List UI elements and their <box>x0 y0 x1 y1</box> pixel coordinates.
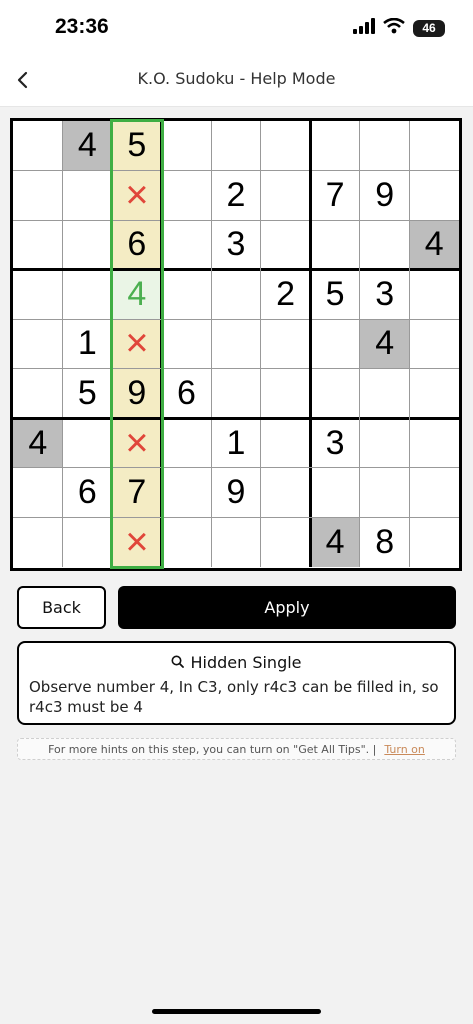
grid-line-vertical <box>111 121 113 567</box>
sudoku-cell[interactable]: 2 <box>261 270 311 320</box>
battery-icon: 46 <box>413 19 445 37</box>
sudoku-cell[interactable]: 1 <box>211 418 261 468</box>
sudoku-cell[interactable]: 4 <box>62 121 113 171</box>
sudoku-cell[interactable]: 4 <box>409 220 459 270</box>
signal-icon <box>353 18 375 38</box>
grid-line-horizontal <box>13 170 459 172</box>
sudoku-cell[interactable]: 5 <box>310 270 360 320</box>
box-divider-vertical <box>160 121 164 567</box>
sudoku-cell[interactable]: 3 <box>360 270 410 320</box>
sudoku-cell[interactable]: × <box>112 418 162 468</box>
sudoku-cell[interactable]: 6 <box>112 220 162 270</box>
sudoku-cell[interactable]: 4 <box>359 319 410 369</box>
grid-line-horizontal <box>13 368 459 370</box>
page-title: K.O. Sudoku - Help Mode <box>137 69 336 88</box>
grid-line-vertical <box>408 121 410 567</box>
grid-line-vertical <box>260 121 262 567</box>
sudoku-cell[interactable]: 9 <box>112 368 162 419</box>
grid-line-vertical <box>62 121 64 567</box>
box-divider-vertical <box>308 121 312 567</box>
grid-line-vertical <box>210 121 212 567</box>
sudoku-cell[interactable]: 5 <box>63 369 113 419</box>
grid-line-vertical <box>359 121 361 567</box>
sudoku-cell[interactable]: 9 <box>211 468 261 518</box>
hint-panel: Hidden Single Observe number 4, In C3, o… <box>17 641 456 725</box>
sudoku-board[interactable]: 4 5 × 2 7 9 6 3 4 4 2 5 3 1 × 4 5 9 6 4 × 1 3 6 7 9 × 4 8 <box>10 118 462 571</box>
box-divider-horizontal <box>13 268 459 272</box>
sudoku-cell[interactable]: 3 <box>310 418 360 468</box>
sudoku-cell[interactable]: 2 <box>211 171 261 221</box>
hint-title: Hidden Single <box>190 653 302 672</box>
search-icon <box>171 653 185 672</box>
sudoku-cell[interactable]: 4 <box>310 517 360 567</box>
sudoku-cell[interactable]: × <box>112 517 162 567</box>
status-time: 23:36 <box>55 15 109 38</box>
grid-line-horizontal <box>13 467 459 469</box>
status-icons: 46 <box>353 17 445 38</box>
sudoku-cell[interactable]: 6 <box>162 369 212 419</box>
grid-line-horizontal <box>13 318 459 320</box>
home-indicator <box>152 1009 321 1014</box>
sudoku-cell[interactable]: 1 <box>63 319 113 369</box>
sudoku-cell[interactable]: 7 <box>112 467 162 518</box>
box-divider-horizontal <box>13 416 459 420</box>
sudoku-cell[interactable]: 5 <box>112 121 162 171</box>
tips-text: For more hints on this step, you can tur… <box>48 742 377 756</box>
turn-on-link[interactable]: Turn on <box>384 743 425 756</box>
tips-bar: For more hints on this step, you can tur… <box>17 738 456 760</box>
hint-header: Hidden Single <box>19 653 454 672</box>
sudoku-cell[interactable]: × <box>112 319 162 369</box>
apply-button[interactable]: Apply <box>118 586 456 629</box>
sudoku-cell[interactable]: 3 <box>211 220 261 270</box>
grid-line-horizontal <box>13 219 459 221</box>
sudoku-cell[interactable]: 4 <box>13 418 63 468</box>
sudoku-cell[interactable]: 7 <box>310 171 360 221</box>
sudoku-cell[interactable]: 9 <box>360 171 410 221</box>
wifi-icon <box>383 17 405 38</box>
status-bar: 23:36 46 <box>0 0 473 56</box>
hint-description: Observe number 4, In C3, only r4c3 can b… <box>29 678 439 716</box>
grid-line-horizontal <box>13 516 459 518</box>
back-button[interactable]: Back <box>17 586 106 629</box>
sudoku-cell[interactable]: × <box>112 170 162 221</box>
sudoku-cell[interactable]: 8 <box>360 517 410 567</box>
sudoku-cell[interactable]: 4 <box>112 269 162 320</box>
nav-bar: K.O. Sudoku - Help Mode <box>0 56 473 107</box>
sudoku-cell[interactable]: 6 <box>63 468 113 518</box>
